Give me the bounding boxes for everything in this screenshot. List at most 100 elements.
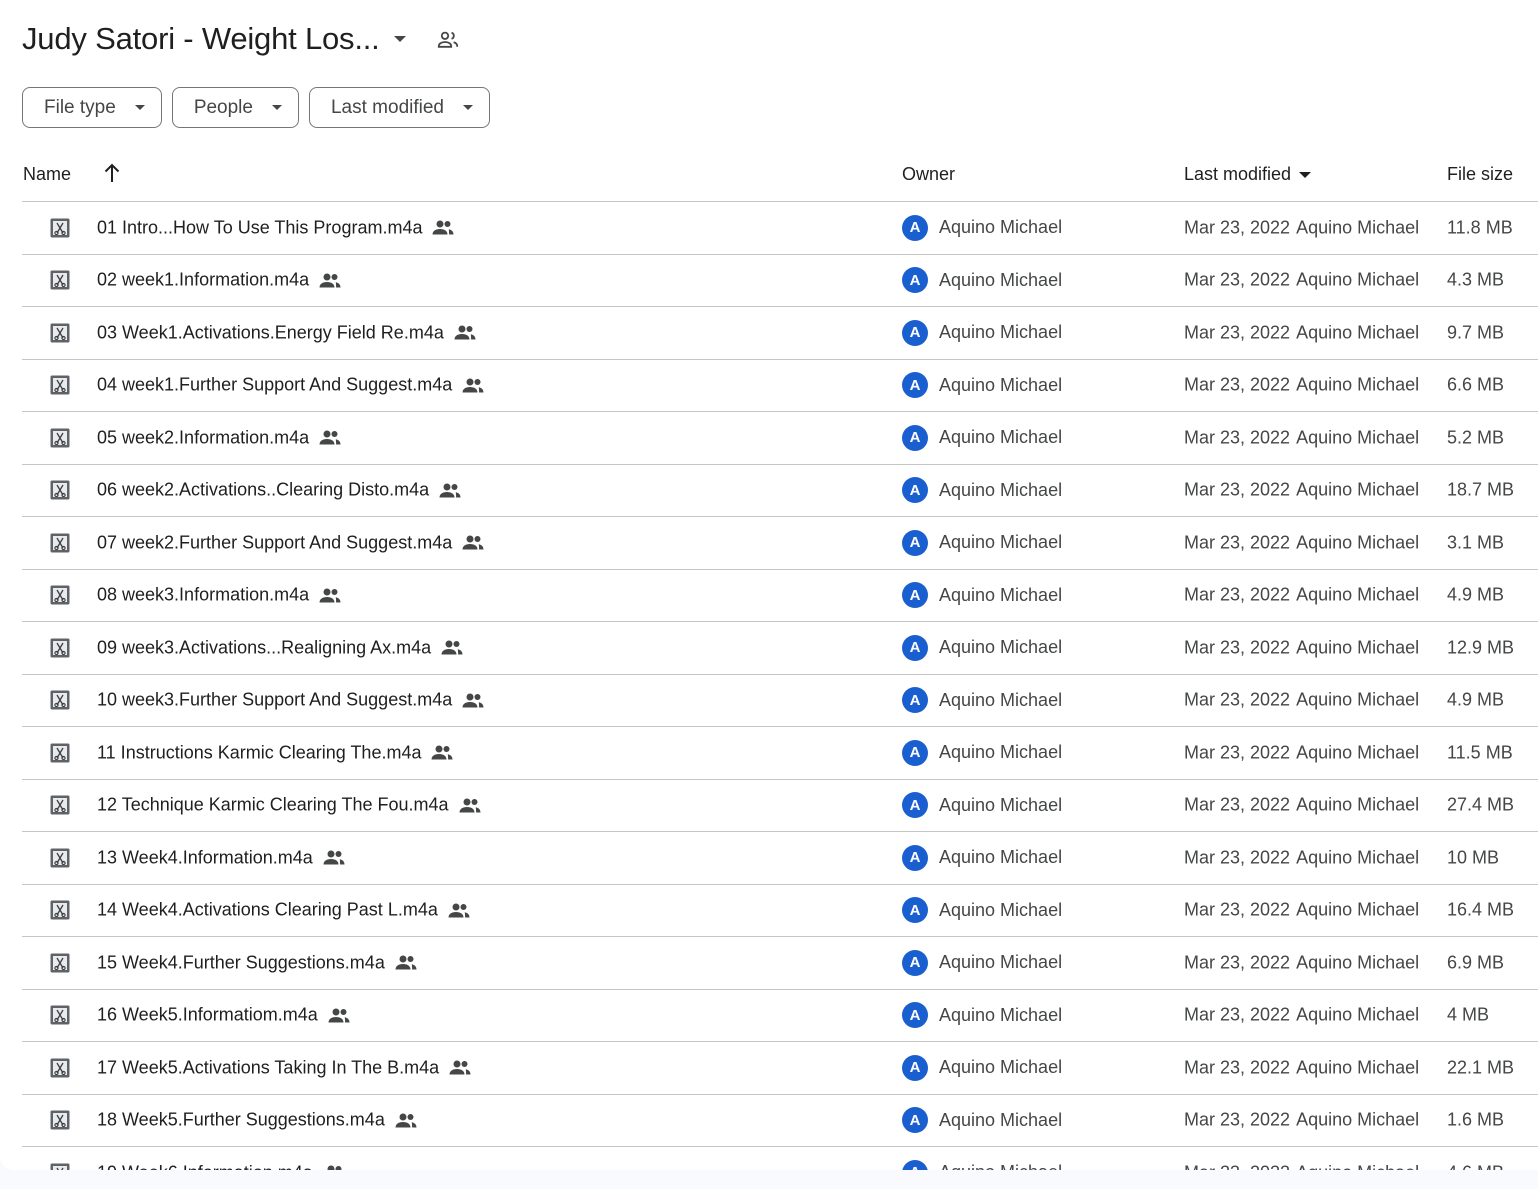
owner-name: Aquino Michael [939, 689, 1063, 710]
shared-people-icon [319, 272, 341, 288]
shared-people-icon [432, 220, 454, 236]
chip-label: File type [44, 96, 116, 118]
name-column-header[interactable]: Name [23, 164, 71, 185]
avatar: A [902, 424, 928, 451]
modified-date: Mar 23, 2022 [1184, 269, 1291, 290]
modified-by: Aquino Michael [1296, 689, 1420, 710]
avatar: A [902, 267, 928, 294]
modified-by: Aquino Michael [1296, 584, 1420, 605]
modified-date: Mar 23, 2022 [1184, 1057, 1291, 1078]
modified-date: Mar 23, 2022 [1184, 637, 1291, 658]
folder-title[interactable]: Judy Satori - Weight Los... [22, 21, 380, 57]
modified-date: Mar 23, 2022 [1184, 374, 1291, 395]
file-size: 4.9 MB [1447, 689, 1505, 710]
shared-people-icon [462, 692, 484, 708]
file-row[interactable]: 02 week1.Information.m4a A Aquino Michae… [22, 255, 1538, 307]
arrow-upward-icon[interactable] [102, 162, 122, 189]
modified-by: Aquino Michael [1296, 427, 1420, 448]
file-name: 05 week2.Information.m4a [97, 427, 310, 448]
chip-label: Last modified [330, 96, 444, 118]
file-row[interactable]: 19 Week6.Information.m4a A Aquino Michae… [22, 1147, 1538, 1170]
last-modified-filter[interactable]: Last modified [308, 87, 490, 128]
file-name: 10 week3.Further Support And Suggest.m4a [97, 689, 453, 710]
file-row[interactable]: 18 Week5.Further Suggestions.m4a A Aquin… [22, 1095, 1538, 1147]
file-size: 11.8 MB [1447, 217, 1513, 238]
file-size: 5.2 MB [1447, 427, 1505, 448]
file-name: 12 Technique Karmic Clearing The Fou.m4a [97, 794, 449, 815]
owner-name: Aquino Michael [939, 374, 1063, 395]
avatar: A [902, 844, 928, 871]
audio-file-icon [50, 375, 70, 395]
modified-date: Mar 23, 2022 [1184, 1004, 1291, 1025]
file-size: 1.6 MB [1447, 1109, 1505, 1130]
shared-people-icon [441, 640, 463, 656]
file-row[interactable]: 14 Week4.Activations Clearing Past L.m4a… [22, 885, 1538, 937]
owner-cell: A Aquino Michael [902, 214, 1062, 241]
file-row[interactable]: 10 week3.Further Support And Suggest.m4a… [22, 675, 1538, 727]
file-row[interactable]: 13 Week4.Information.m4a A Aquino Michae… [22, 832, 1538, 885]
arrow-drop-down-icon [1299, 171, 1312, 178]
last-modified-cell: Mar 23, 2022Aquino Michael [1184, 1057, 1419, 1078]
audio-file-icon [50, 1163, 70, 1170]
file-row[interactable]: 09 week3.Activations...Realigning Ax.m4a… [22, 622, 1538, 675]
file-size-column-header[interactable]: File size [1447, 164, 1513, 185]
file-row[interactable]: 07 week2.Further Support And Suggest.m4a… [22, 517, 1538, 570]
owner-name: Aquino Michael [939, 584, 1063, 605]
audio-file-icon [50, 953, 70, 973]
owner-cell: A Aquino Michael [902, 319, 1062, 346]
avatar: A [902, 582, 928, 609]
owner-name: Aquino Michael [939, 1057, 1063, 1078]
owner-cell: A Aquino Michael [902, 634, 1062, 661]
arrow-drop-down-icon [271, 105, 282, 110]
audio-file-icon [50, 480, 70, 500]
file-name: 04 week1.Further Support And Suggest.m4a [97, 374, 453, 395]
owner-column-header: Owner [902, 164, 956, 184]
last-modified-cell: Mar 23, 2022Aquino Michael [1184, 532, 1419, 553]
file-row[interactable]: 17 Week5.Activations Taking In The B.m4a… [22, 1042, 1538, 1095]
file-row[interactable]: 15 Week4.Further Suggestions.m4a A Aquin… [22, 937, 1538, 990]
audio-file-icon [50, 218, 70, 238]
shared-people-icon [395, 1112, 417, 1128]
file-name: 07 week2.Further Support And Suggest.m4a [97, 532, 453, 553]
last-modified-cell: Mar 23, 2022Aquino Michael [1184, 480, 1419, 501]
file-type-filter[interactable]: File type [22, 87, 162, 128]
file-size: 3.1 MB [1447, 532, 1505, 553]
modified-date: Mar 23, 2022 [1184, 742, 1291, 763]
audio-file-icon [50, 743, 70, 763]
file-row[interactable]: 08 week3.Information.m4a A Aquino Michae… [22, 570, 1538, 622]
last-modified-cell: Mar 23, 2022Aquino Michael [1184, 270, 1419, 291]
arrow-drop-down-icon[interactable] [393, 36, 406, 42]
file-size: 4 MB [1447, 1004, 1490, 1025]
file-row[interactable]: 03 Week1.Activations.Energy Field Re.m4a… [22, 307, 1538, 360]
owner-cell: A Aquino Michael [902, 792, 1062, 819]
audio-file-icon [50, 638, 70, 658]
modified-by: Aquino Michael [1296, 217, 1420, 238]
modified-date: Mar 23, 2022 [1184, 689, 1291, 710]
file-size: 22.1 MB [1447, 1057, 1515, 1078]
shared-people-icon [323, 1165, 345, 1170]
file-name: 01 Intro...How To Use This Program.m4a [97, 217, 423, 238]
file-row[interactable]: 11 Instructions Karmic Clearing The.m4a … [22, 727, 1538, 780]
audio-file-icon [50, 848, 70, 868]
owner-cell: A Aquino Michael [902, 582, 1063, 609]
last-modified-cell: Mar 23, 2022Aquino Michael [1184, 637, 1419, 658]
last-modified-column-header[interactable]: Last modified [1184, 164, 1312, 185]
audio-file-icon [50, 533, 70, 553]
file-row[interactable]: 12 Technique Karmic Clearing The Fou.m4a… [22, 780, 1538, 832]
last-modified-cell: Mar 23, 2022Aquino Michael [1184, 217, 1419, 238]
modified-date: Mar 23, 2022 [1184, 427, 1291, 448]
file-row[interactable]: 01 Intro...How To Use This Program.m4a A… [22, 202, 1538, 255]
file-size: 10 MB [1447, 847, 1500, 868]
owner-cell: A Aquino Michael [902, 372, 1063, 399]
last-modified-cell: Mar 23, 2022Aquino Michael [1184, 847, 1419, 868]
file-row[interactable]: 16 Week5.Informatiom.m4a A Aquino Michae… [22, 990, 1538, 1042]
file-row[interactable]: 04 week1.Further Support And Suggest.m4a… [22, 360, 1538, 412]
file-row[interactable]: 06 week2.Activations..Clearing Disto.m4a… [22, 465, 1538, 517]
owner-cell: A Aquino Michael [902, 949, 1062, 976]
file-name: 19 Week6.Information.m4a [97, 1162, 313, 1170]
people-outline-icon[interactable] [436, 27, 460, 51]
people-filter[interactable]: People [171, 87, 299, 128]
file-row[interactable]: 05 week2.Information.m4a A Aquino Michae… [22, 412, 1538, 465]
avatar: A [902, 319, 928, 346]
shared-people-icon [395, 955, 417, 971]
